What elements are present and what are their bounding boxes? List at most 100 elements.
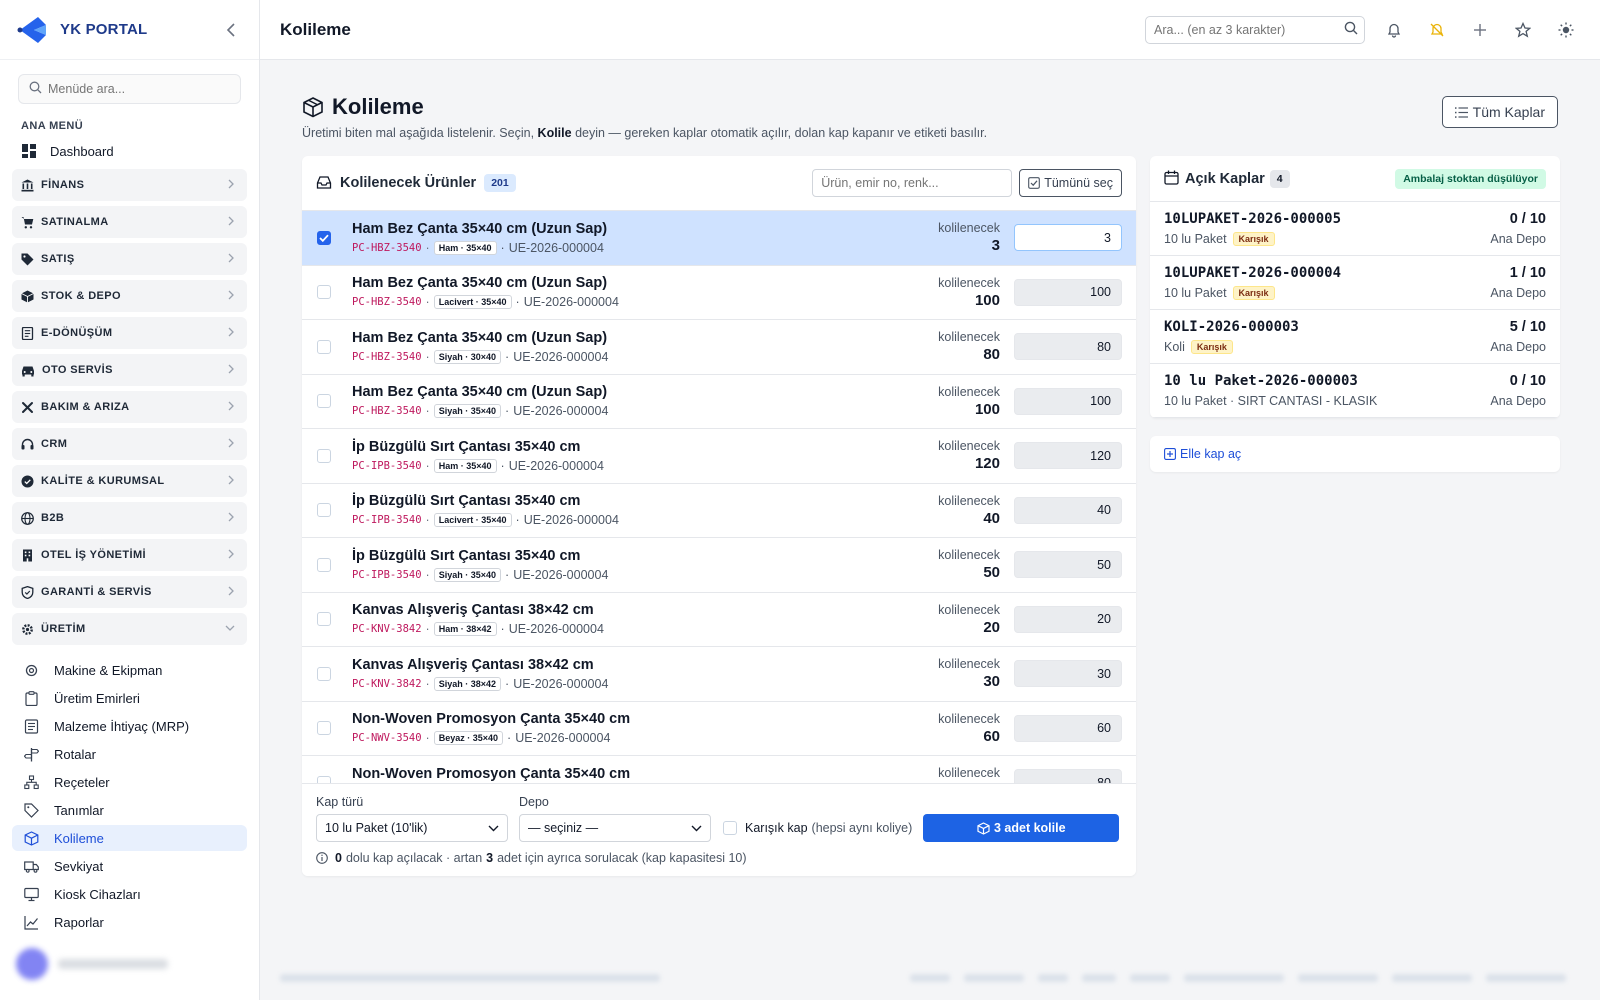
row-checkbox[interactable] — [317, 394, 331, 409]
global-search-input[interactable] — [1154, 22, 1344, 37]
separator: · — [425, 513, 430, 528]
sidebar-group-7[interactable]: CRM — [12, 428, 247, 460]
product-row[interactable]: İp Büzgülü Sırt Çantası 35×40 cm PC-IPB-3… — [302, 429, 1136, 484]
sidebar-item-dashboard[interactable]: Dashboard — [0, 138, 259, 164]
product-row[interactable]: Non-Woven Promosyon Çanta 35×40 cmPC-NWV… — [302, 756, 1136, 783]
sidebar-group-6[interactable]: BAKIM & ARIZA — [12, 391, 247, 423]
quantity-input[interactable] — [1014, 605, 1122, 633]
all-boxes-button[interactable]: Tüm Kaplar — [1441, 96, 1558, 128]
box-type-select[interactable]: 10 lu Paket (10'lik) — [316, 814, 508, 842]
sidebar-group-2[interactable]: SATIŞ — [12, 243, 247, 275]
separator: · — [425, 240, 430, 255]
open-box-item[interactable]: 10 lu Paket-2026-000003 10 lu Paket · SIR… — [1150, 364, 1560, 418]
sidebar-item-0[interactable]: Makine & Ekipman — [12, 657, 247, 683]
mixed-badge: Karışık — [1190, 340, 1233, 354]
badge-icon — [21, 475, 34, 488]
row-checkbox[interactable] — [317, 339, 331, 354]
sidebar-group-11[interactable]: GARANTİ & SERVİS — [12, 576, 247, 608]
sidebar-group-5[interactable]: OTO SERVİS — [12, 354, 247, 386]
sidebar-item-1[interactable]: Üretim Emirleri — [12, 685, 247, 711]
row-checkbox[interactable] — [317, 775, 331, 783]
sidebar-item-5[interactable]: Tanımlar — [12, 797, 247, 823]
cog-icon — [24, 663, 40, 678]
sidebar-item-4[interactable]: Reçeteler — [12, 769, 247, 795]
sidebar-group-4[interactable]: E-DÖNÜŞÜM — [12, 317, 247, 349]
separator: · — [425, 404, 430, 419]
product-row[interactable]: İp Büzgülü Sırt Çantası 35×40 cm PC-IPB-3… — [302, 484, 1136, 538]
quantity-input[interactable] — [1014, 278, 1122, 306]
product-row[interactable]: Ham Bez Çanta 35×40 cm (Uzun Sap) PC-HBZ-… — [302, 320, 1136, 375]
sidebar-item-9[interactable]: Raporlar — [12, 909, 247, 935]
menu-search[interactable] — [18, 74, 241, 104]
sidebar-group-9[interactable]: B2B — [12, 502, 247, 534]
search-icon[interactable] — [1344, 21, 1358, 38]
separator: · — [505, 567, 510, 582]
product-search-input[interactable] — [812, 169, 1013, 197]
sidebar-item-8[interactable]: Kiosk Cihazları — [12, 881, 247, 907]
star-icon[interactable] — [1509, 16, 1537, 44]
collapse-sidebar-icon[interactable] — [219, 18, 243, 42]
chevron-right-icon — [228, 327, 235, 340]
open-box-item[interactable]: KOLI-2026-000003 Koli Karışık 5 / 10 Ana Dep… — [1150, 310, 1560, 364]
global-search[interactable] — [1145, 15, 1365, 44]
mixed-box-checkbox[interactable] — [723, 821, 737, 835]
quantity-input[interactable] — [1014, 496, 1122, 524]
row-checkbox[interactable] — [317, 503, 331, 518]
remaining-count: kolilenecek 50 — [920, 548, 1000, 581]
quantity-input[interactable] — [1014, 660, 1122, 688]
product-row[interactable]: Ham Bez Çanta 35×40 cm (Uzun Sap) PC-HBZ-… — [302, 266, 1136, 320]
quantity-input[interactable] — [1014, 333, 1122, 361]
summary-part-2: adet için ayrıca sorulacak (kap kapasite… — [497, 851, 747, 865]
plus-icon[interactable] — [1466, 16, 1494, 44]
product-row[interactable]: Kanvas Alışveriş Çantası 38×42 cm PC-KNV-… — [302, 593, 1136, 647]
product-row[interactable]: Kanvas Alışveriş Çantası 38×42 cm PC-KNV-… — [302, 647, 1136, 702]
select-all-button[interactable]: Tümünü seç — [1019, 169, 1122, 197]
manual-open-box-button[interactable]: Elle kap aç — [1150, 436, 1560, 472]
open-box-item[interactable]: 10LUPAKET-2026-000004 10 lu Paket Karışık 1… — [1150, 256, 1560, 310]
pack-submit-button[interactable]: 3 adet kolile — [923, 814, 1120, 842]
sidebar-group-3[interactable]: STOK & DEPO — [12, 280, 247, 312]
sidebar-group-12[interactable]: ÜRETİM — [12, 613, 247, 645]
depot-select[interactable]: — seçiniz — — [519, 814, 711, 842]
sidebar-item-label: Kolileme — [54, 830, 104, 846]
quantity-input[interactable] — [1014, 551, 1122, 579]
quantity-input[interactable] — [1014, 714, 1122, 742]
quantity-input[interactable] — [1014, 769, 1122, 783]
row-checkbox[interactable] — [317, 285, 331, 300]
separator: · — [500, 458, 505, 473]
sidebar-group-0[interactable]: FİNANS — [12, 169, 247, 201]
quantity-input[interactable] — [1014, 224, 1122, 252]
inbox-icon — [316, 174, 332, 193]
row-checkbox[interactable] — [317, 230, 331, 245]
remaining-value: 100 — [974, 291, 1000, 309]
sidebar-item-7[interactable]: Sevkiyat — [12, 853, 247, 879]
quantity-input[interactable] — [1014, 387, 1122, 415]
sidebar-group-8[interactable]: KALİTE & KURUMSAL — [12, 465, 247, 497]
sidebar-item-6[interactable]: Kolileme — [12, 825, 247, 851]
user-profile[interactable] — [16, 946, 246, 982]
row-checkbox[interactable] — [317, 666, 331, 681]
row-checkbox[interactable] — [317, 612, 331, 627]
sidebar-item-2[interactable]: Malzeme İhtiyaç (MRP) — [12, 713, 247, 739]
product-meta: PC-IPB-3540 · Ham · 35×40 · UE-2026-000004 — [352, 458, 920, 473]
product-row[interactable]: Non-Woven Promosyon Çanta 35×40 cmPC-NWV… — [302, 702, 1136, 756]
separator: · — [500, 622, 505, 637]
truck-icon — [24, 859, 40, 874]
product-row[interactable]: Ham Bez Çanta 35×40 cm (Uzun Sap) PC-HBZ-… — [302, 375, 1136, 429]
open-box-item[interactable]: 10LUPAKET-2026-000005 10 lu Paket Karışık 0… — [1150, 202, 1560, 256]
bell-off-icon[interactable] — [1423, 16, 1451, 44]
menu-search-input[interactable] — [48, 82, 230, 96]
row-checkbox[interactable] — [317, 448, 331, 463]
sun-icon[interactable] — [1552, 16, 1580, 44]
product-row[interactable]: Ham Bez Çanta 35×40 cm (Uzun Sap) PC-HBZ-… — [302, 211, 1136, 266]
quantity-input[interactable] — [1014, 442, 1122, 470]
bell-icon[interactable] — [1380, 16, 1408, 44]
product-row[interactable]: İp Büzgülü Sırt Çantası 35×40 cm PC-IPB-3… — [302, 538, 1136, 593]
sidebar-item-3[interactable]: Rotalar — [12, 741, 247, 767]
sidebar-group-10[interactable]: OTEL İŞ YÖNETİMİ — [12, 539, 247, 571]
product-name: İp Büzgülü Sırt Çantası 35×40 cm — [352, 493, 581, 510]
row-checkbox[interactable] — [317, 721, 331, 736]
sidebar-group-1[interactable]: SATINALMA — [12, 206, 247, 238]
mixed-box-option[interactable]: Karışık kap (hepsi aynı koliye) — [723, 814, 912, 842]
row-checkbox[interactable] — [317, 557, 331, 572]
